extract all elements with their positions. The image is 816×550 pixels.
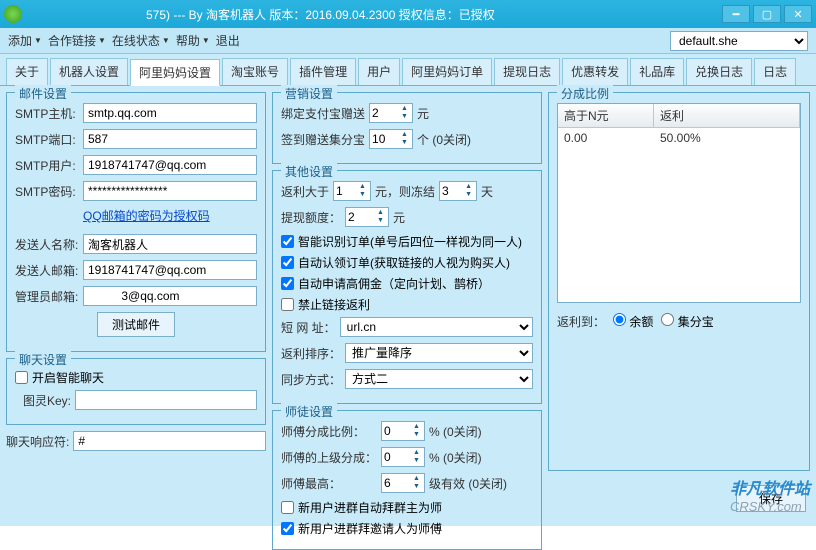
menu-help[interactable]: 帮助▼: [176, 32, 210, 49]
menu-exit[interactable]: 退出: [216, 32, 240, 49]
menu-bar: 添加▼ 合作链接▼ 在线状态▼ 帮助▼ 退出 default.she: [0, 28, 816, 54]
tab-plugins[interactable]: 插件管理: [290, 58, 356, 85]
smtp-port-input[interactable]: [83, 129, 257, 149]
menu-add[interactable]: 添加▼: [8, 32, 42, 49]
rebate-to-jifenbao[interactable]: 集分宝: [661, 313, 713, 330]
other-group: 其他设置 返利大于1▲▼元，则冻结3▲▼天 提现额度：2▲▼元 智能识别订单(单…: [272, 170, 542, 404]
mail-group: 邮件设置 SMTP主机: SMTP端口: SMTP用户: SMTP密码: QQ邮…: [6, 92, 266, 352]
signin-bonus-spinner[interactable]: 10▲▼: [369, 129, 413, 149]
tab-orders[interactable]: 阿里妈妈订单: [402, 58, 492, 85]
marketing-group: 营销设置 绑定支付宝赠送2▲▼元 签到赠送集分宝10▲▼个 (0关闭): [272, 92, 542, 164]
test-mail-button[interactable]: 测试邮件: [97, 312, 175, 337]
tab-strip: 关于 机器人设置 阿里妈妈设置 淘宝账号 插件管理 用户 阿里妈妈订单 提现日志…: [0, 54, 816, 86]
forbid-link-checkbox[interactable]: [281, 298, 294, 311]
menu-partner[interactable]: 合作链接▼: [48, 32, 106, 49]
minimize-button[interactable]: ━: [722, 5, 750, 23]
ratio-group: 分成比例 高于N元 返利 0.00 50.00% 返利到： 余额 集分宝: [548, 92, 810, 471]
tab-taobao[interactable]: 淘宝账号: [222, 58, 288, 85]
short-url-select[interactable]: url.cn: [340, 317, 533, 337]
tab-withdraw[interactable]: 提现日志: [494, 58, 560, 85]
maximize-button[interactable]: ▢: [753, 5, 781, 23]
smtp-pass-input[interactable]: [83, 181, 257, 201]
tab-alimama[interactable]: 阿里妈妈设置: [130, 59, 220, 86]
high-commission-checkbox[interactable]: [281, 277, 294, 290]
reply-symbol-input[interactable]: [73, 431, 266, 451]
admin-mail-input[interactable]: [83, 286, 257, 306]
content-area: 邮件设置 SMTP主机: SMTP端口: SMTP用户: SMTP密码: QQ邮…: [0, 86, 816, 526]
max-level-spinner[interactable]: 6▲▼: [381, 473, 425, 493]
app-icon: [4, 5, 22, 23]
tab-robot[interactable]: 机器人设置: [50, 58, 128, 85]
save-button[interactable]: 保存: [736, 485, 806, 512]
table-row[interactable]: 0.00 50.00%: [558, 128, 800, 148]
tab-exchange[interactable]: 兑换日志: [686, 58, 752, 85]
freeze-days-spinner[interactable]: 3▲▼: [439, 181, 477, 201]
sender-name-input[interactable]: [83, 234, 257, 254]
chat-group: 聊天设置 开启智能聊天 图灵Key:: [6, 358, 266, 425]
ratio-table[interactable]: 高于N元 返利 0.00 50.00%: [557, 103, 801, 303]
auto-claim-checkbox[interactable]: [281, 256, 294, 269]
sync-select[interactable]: 方式二: [345, 369, 533, 389]
bind-bonus-spinner[interactable]: 2▲▼: [369, 103, 413, 123]
auto-owner-checkbox[interactable]: [281, 501, 294, 514]
rebate-gt-spinner[interactable]: 1▲▼: [333, 181, 371, 201]
rebate-to-balance[interactable]: 余额: [613, 313, 653, 330]
apprentice-group: 师徒设置 师傅分成比例：0▲▼% (0关闭) 师傅的上级分成：0▲▼% (0关闭…: [272, 410, 542, 550]
profile-select[interactable]: default.she: [670, 31, 808, 51]
menu-online[interactable]: 在线状态▼: [112, 32, 170, 49]
master-ratio-spinner[interactable]: 0▲▼: [381, 421, 425, 441]
tuling-key-input[interactable]: [75, 390, 257, 410]
tab-about[interactable]: 关于: [6, 58, 48, 85]
sort-select[interactable]: 推广量降序: [345, 343, 533, 363]
tab-promo[interactable]: 优惠转发: [562, 58, 628, 85]
sender-mail-input[interactable]: [83, 260, 257, 280]
smart-order-checkbox[interactable]: [281, 235, 294, 248]
tab-log[interactable]: 日志: [754, 58, 796, 85]
title-bar: 575) --- By 淘客机器人 版本：2016.09.04.2300 授权信…: [0, 0, 816, 28]
smart-chat-checkbox[interactable]: [15, 371, 28, 384]
smtp-user-input[interactable]: [83, 155, 257, 175]
withdraw-spinner[interactable]: 2▲▼: [345, 207, 389, 227]
tab-gifts[interactable]: 礼品库: [630, 58, 684, 85]
close-button[interactable]: ✕: [784, 5, 812, 23]
window-title: 575) --- By 淘客机器人 版本：2016.09.04.2300 授权信…: [26, 6, 719, 23]
password-help-link[interactable]: QQ邮箱的密码为授权码: [83, 207, 210, 224]
smtp-host-input[interactable]: [83, 103, 257, 123]
auto-inviter-checkbox[interactable]: [281, 522, 294, 535]
tab-users[interactable]: 用户: [358, 58, 400, 85]
upper-ratio-spinner[interactable]: 0▲▼: [381, 447, 425, 467]
